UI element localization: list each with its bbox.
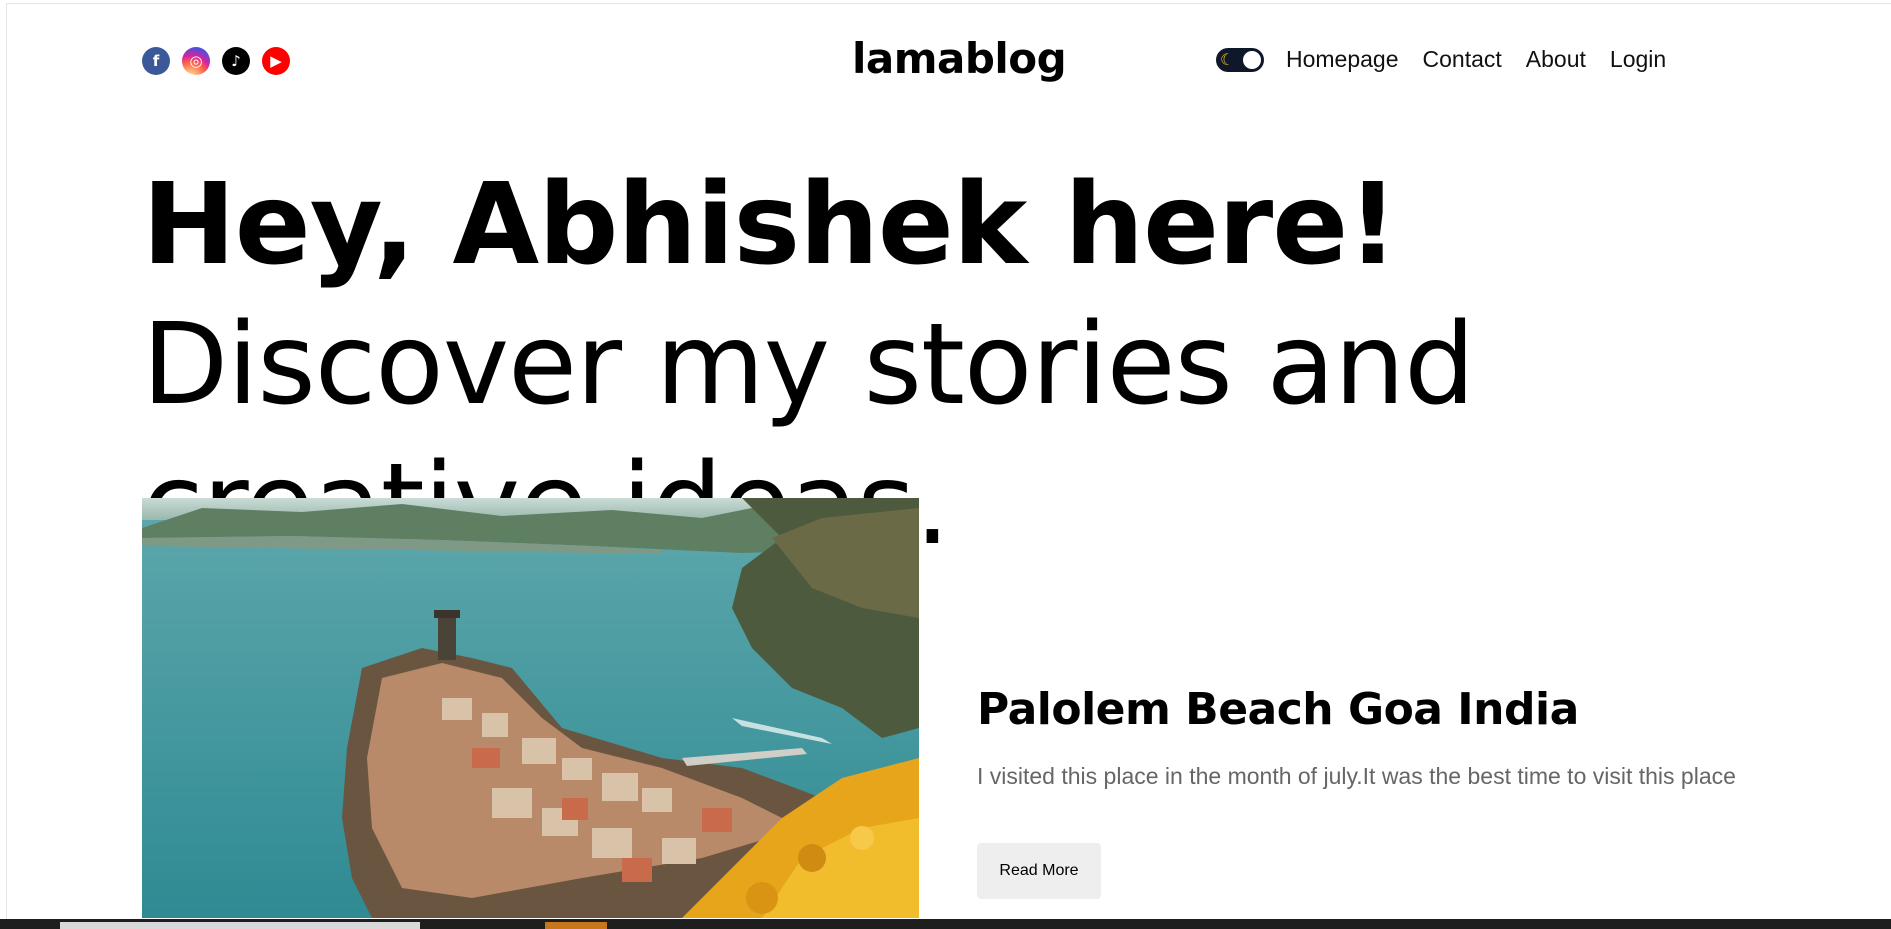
toggle-knob [1243,50,1261,69]
taskbar-segment [545,922,607,929]
read-more-button[interactable]: Read More [977,843,1101,899]
navbar: f ◎ ♪ ▶ lamablog ☾ Homepage Contact Abou… [0,0,1891,124]
theme-toggle[interactable]: ☾ [1216,47,1264,72]
hero-greeting: Hey, Abhishek here! [142,160,1398,290]
coastal-village-illustration [142,498,919,918]
featured-post-title[interactable]: Palolem Beach Goa India [977,684,1579,735]
facebook-icon[interactable]: f [142,47,170,75]
nav-contact[interactable]: Contact [1423,46,1502,73]
social-links: f ◎ ♪ ▶ [142,47,290,75]
youtube-icon[interactable]: ▶ [262,47,290,75]
nav-homepage[interactable]: Homepage [1286,46,1399,73]
taskbar-segment [60,922,420,929]
taskbar-strip [0,919,1891,929]
featured-post-description: I visited this place in the month of jul… [977,763,1736,789]
nav-login[interactable]: Login [1610,46,1666,73]
instagram-icon[interactable]: ◎ [182,47,210,75]
site-logo[interactable]: lamablog [852,34,1067,83]
nav-about[interactable]: About [1526,46,1586,73]
featured-post-image[interactable] [142,498,919,918]
nav-links: ☾ Homepage Contact About Login [1216,46,1690,73]
moon-icon: ☾ [1220,49,1235,69]
tiktok-icon[interactable]: ♪ [222,47,250,75]
